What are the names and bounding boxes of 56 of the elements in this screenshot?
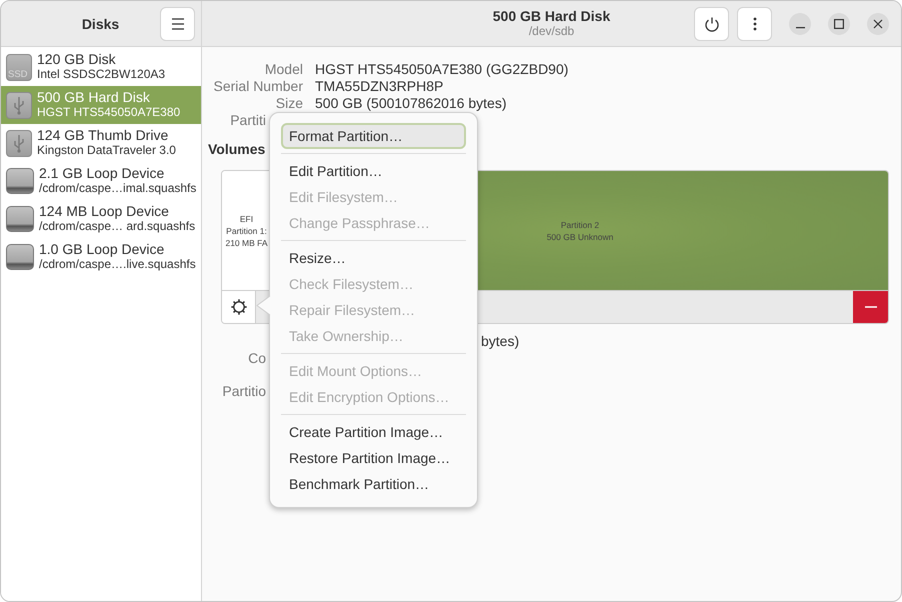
menu-item[interactable]: Create Partition Image… bbox=[281, 419, 466, 445]
partition-label: Partition 2 bbox=[560, 218, 600, 230]
disk-name: 124 GB Thumb Drive bbox=[37, 128, 170, 143]
property-value: bytes) bbox=[481, 333, 520, 350]
drive-type-label: SSD bbox=[7, 68, 28, 80]
disk-detail: HGST HTS545050A7E380 bbox=[37, 105, 180, 120]
partition-label: Partition 1: bbox=[226, 224, 267, 236]
sidebar-title: Disks bbox=[80, 16, 120, 32]
menu-icon bbox=[170, 16, 184, 30]
menu-button[interactable] bbox=[160, 6, 195, 40]
property-label: Size bbox=[274, 95, 303, 112]
loop-device-icon bbox=[6, 206, 34, 232]
menu-item[interactable]: Restore Partition Image… bbox=[281, 445, 466, 471]
loop-device-icon bbox=[6, 168, 34, 194]
usb-drive-icon bbox=[6, 92, 32, 118]
disk-name: 1.0 GB Loop Device bbox=[39, 242, 166, 257]
menu-item[interactable]: Format Partition… bbox=[281, 123, 466, 149]
property-value: HGST HTS545050A7E380 (GG2ZBD90) bbox=[315, 61, 570, 78]
property-value: TMA55DZN3RPH8P bbox=[315, 78, 444, 95]
property-label: Partiti bbox=[229, 112, 267, 129]
kebab-menu-icon bbox=[752, 16, 756, 30]
property-label: Co bbox=[247, 350, 266, 367]
loop-device-icon bbox=[6, 244, 34, 270]
usb-drive-icon bbox=[6, 130, 32, 156]
maximize-icon bbox=[834, 18, 844, 28]
maximize-button[interactable] bbox=[828, 12, 850, 34]
disk-name: 2.1 GB Loop Device bbox=[39, 166, 166, 181]
gear-icon bbox=[230, 299, 246, 315]
minus-icon bbox=[864, 306, 876, 308]
settings-button[interactable] bbox=[222, 291, 256, 323]
section-title: Volumes bbox=[208, 141, 266, 158]
close-button[interactable] bbox=[867, 12, 889, 34]
window-subtitle: /dev/sdb bbox=[528, 24, 574, 38]
property-label: Model bbox=[264, 61, 303, 78]
close-icon bbox=[873, 18, 883, 28]
disk-detail: /cdrom/caspe…imal.squashfs bbox=[39, 181, 196, 196]
disk-detail: Kingston DataTraveler 3.0 bbox=[37, 143, 176, 158]
disk-name: 500 GB Hard Disk bbox=[37, 90, 151, 105]
minimize-icon bbox=[796, 26, 804, 28]
power-icon bbox=[704, 16, 720, 32]
partition-label: 210 MB FA bbox=[225, 236, 268, 248]
property-label: Serial Number bbox=[212, 78, 303, 95]
menu-item[interactable]: Resize… bbox=[281, 245, 466, 271]
window-title: 500 GB Hard Disk bbox=[492, 8, 610, 24]
disk-detail: Intel SSDSC2BW120A3 bbox=[37, 67, 166, 82]
disk-name: 120 GB Disk bbox=[37, 52, 117, 67]
property-label: Partitio bbox=[221, 383, 266, 400]
partition-label: 500 GB Unknown bbox=[546, 230, 614, 242]
menu-item[interactable]: Benchmark Partition… bbox=[281, 471, 466, 497]
disk-detail: /cdrom/caspe….live.squashfs bbox=[39, 257, 196, 272]
partition-label: EFI bbox=[240, 212, 254, 224]
property-value: 500 GB (500107862016 bytes) bbox=[315, 95, 508, 112]
disk-name: 124 MB Loop Device bbox=[39, 204, 170, 219]
disk-detail: /cdrom/caspe… ard.squashfs bbox=[39, 219, 196, 234]
power-button[interactable] bbox=[694, 6, 729, 40]
minimize-button[interactable] bbox=[789, 12, 811, 34]
